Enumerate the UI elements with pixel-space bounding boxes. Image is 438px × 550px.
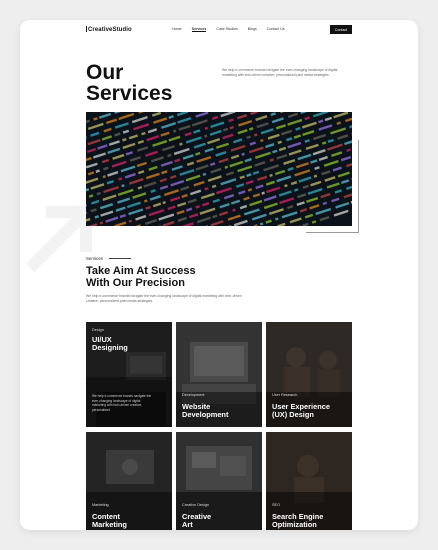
card-title: Search Engine Optimization xyxy=(272,512,324,529)
card-title: Creative Art xyxy=(182,512,212,529)
logo-mark-icon xyxy=(86,26,87,32)
card-category: Design xyxy=(92,328,104,332)
site-header: CreativeStudio Home Services Case Studie… xyxy=(20,20,418,42)
main-nav: Home Services Case Studies Blogs Contact… xyxy=(172,27,294,32)
card-title: Content Marketing xyxy=(92,512,127,529)
section-label: Services xyxy=(86,256,103,261)
card-title: UI/UX Designing xyxy=(92,335,128,352)
page-frame: CreativeStudio Home Services Case Studie… xyxy=(20,20,418,530)
page-title: Our Services xyxy=(86,62,172,104)
card-category: SEO xyxy=(272,503,281,507)
card-title: User Experience (UX) Design xyxy=(272,402,330,419)
card-category: User Research xyxy=(272,393,298,397)
logo-text: CreativeStudio xyxy=(88,27,132,33)
card-category: Creative Design xyxy=(182,503,210,507)
nav-item-services[interactable]: Services xyxy=(191,27,207,32)
section-label-divider xyxy=(109,258,131,259)
card-description: We help e-commerce brands navigate the e… xyxy=(92,394,152,412)
nav-item-blogs[interactable]: Blogs xyxy=(248,27,257,31)
section-description: We help e-commerce brands navigate the e… xyxy=(86,294,242,303)
service-card-ux-design[interactable]: User Research User Experience (UX) Desig… xyxy=(266,322,352,427)
nav-item-home[interactable]: Home xyxy=(172,27,182,31)
card-title: Website Development xyxy=(182,402,229,419)
code-screenshot xyxy=(86,112,352,226)
section-title-line-2: With Our Precision xyxy=(86,277,185,289)
nav-item-case-studies[interactable]: Case Studies xyxy=(216,27,237,31)
section-title-line-1: Take Aim At Success xyxy=(86,265,196,277)
service-card-seo[interactable]: SEO Search Engine Optimization xyxy=(266,432,352,530)
service-card-website-development[interactable]: Development Website Development xyxy=(176,322,262,427)
contact-button[interactable]: Contact xyxy=(330,25,352,34)
hero-description: We help e-commerce brands navigate the e… xyxy=(222,68,338,77)
page-title-line-2: Services xyxy=(86,82,173,105)
service-card-content-marketing[interactable]: Marketing Content Marketing xyxy=(86,432,172,530)
service-card-creative-art[interactable]: Creative Design Creative Art xyxy=(176,432,262,530)
nav-item-contact-us[interactable]: Contact Us xyxy=(267,27,285,31)
hero-code-image xyxy=(86,112,352,226)
logo[interactable]: CreativeStudio xyxy=(86,26,132,33)
card-category: Marketing xyxy=(92,503,109,507)
card-category: Development xyxy=(182,393,205,397)
section-title: Take Aim At Success With Our Precision xyxy=(86,265,196,289)
page-title-line-1: Our xyxy=(86,61,124,84)
service-card-ui-ux[interactable]: Design UI/UX Designing We help e-commerc… xyxy=(86,322,172,427)
